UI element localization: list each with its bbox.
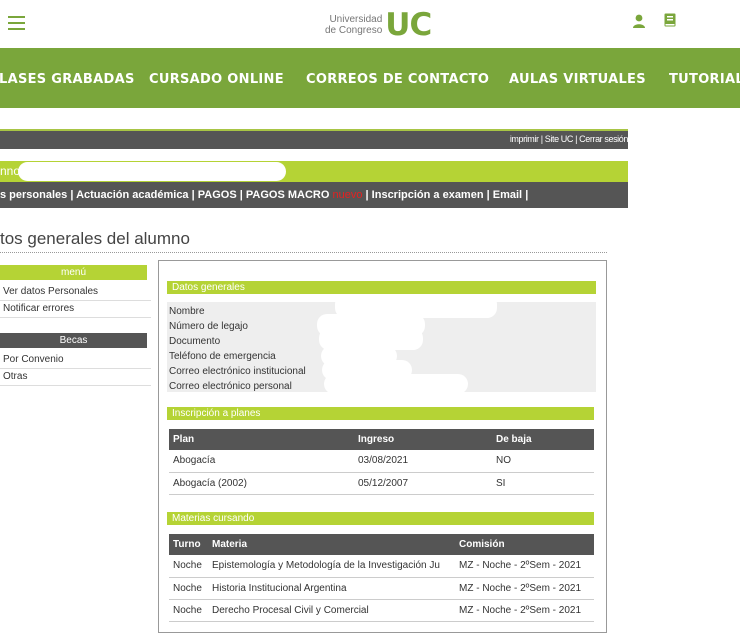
planes-table: Plan Ingreso De baja Abogacía 03/08/2021… — [169, 429, 594, 495]
cell-ingreso: 03/08/2021 — [354, 450, 492, 473]
table-header-row: Plan Ingreso De baja — [169, 429, 594, 450]
logo-mark: UC — [385, 7, 432, 43]
menu-icon[interactable] — [8, 16, 25, 30]
redacted-value — [324, 374, 468, 394]
nav-tutorial[interactable]: TUTORIAL — [669, 72, 740, 87]
cell-turno: Noche — [169, 555, 208, 578]
field-documento: Documento — [169, 336, 221, 347]
cell-materia: Historia Institucional Argentina — [208, 577, 455, 600]
cell-turno: Noche — [169, 577, 208, 600]
nav-clases-grabadas[interactable]: LASES GRABADAS — [0, 72, 135, 87]
cell-turno: Noche — [169, 599, 208, 622]
utility-bar: imprimir | Site UC | Cerrar sesión — [0, 131, 628, 149]
cell-plan: Abogacía (2002) — [169, 472, 354, 495]
nav-cursado-online[interactable]: CURSADO ONLINE — [149, 72, 284, 87]
table-header-row: Turno Materia Comisión — [169, 534, 594, 555]
main-nav: LASES GRABADAS CURSADO ONLINE CORREOS DE… — [0, 48, 740, 108]
logout-link[interactable]: Cerrar sesión — [579, 134, 628, 144]
col-materia: Materia — [208, 534, 455, 555]
field-correo-institucional: Correo electrónico institucional — [169, 366, 306, 377]
student-name-redacted — [18, 162, 286, 181]
separator: | — [191, 189, 195, 201]
submenu-email[interactable]: Email — [493, 189, 522, 201]
col-plan: Plan — [169, 429, 354, 450]
field-legajo: Número de legajo — [169, 321, 248, 332]
col-comision: Comisión — [455, 534, 594, 555]
col-turno: Turno — [169, 534, 208, 555]
cell-de-baja: SI — [492, 472, 594, 495]
logo-line2: de Congreso — [325, 25, 383, 36]
table-row: Noche Epistemología y Metodología de la … — [169, 555, 594, 578]
section-inscripcion-planes: Inscripción a planes — [167, 407, 594, 420]
student-submenu: s personales | Actuación académica | PAG… — [0, 182, 628, 208]
submenu-pagos-macro[interactable]: PAGOS MACRO — [246, 189, 330, 201]
user-icon[interactable] — [632, 14, 646, 28]
submenu-pagos[interactable]: PAGOS — [198, 189, 237, 201]
sidebar-item-notificar-errores[interactable]: Notificar errores — [0, 301, 151, 318]
sidebar-item-por-convenio[interactable]: Por Convenio — [0, 352, 151, 369]
nav-aulas-virtuales[interactable]: AULAS VIRTUALES — [509, 72, 646, 87]
col-de-baja: De baja — [492, 429, 594, 450]
sidebar-menu-header: menú — [0, 265, 147, 280]
table-row: Noche Historia Institucional Argentina M… — [169, 577, 594, 600]
table-row: Abogacía (2002) 05/12/2007 SI — [169, 472, 594, 495]
sidebar-item-ver-datos[interactable]: Ver datos Personales — [0, 284, 151, 301]
col-ingreso: Ingreso — [354, 429, 492, 450]
section-materias-cursando: Materias cursando — [167, 512, 594, 525]
sidebar-becas-header: Becas — [0, 333, 147, 348]
cell-comision: MZ - Noche - 2ºSem - 2021 — [455, 577, 594, 600]
field-telefono-emergencia: Teléfono de emergencia — [169, 351, 276, 362]
datos-generales-grid: Nombre Número de legajo Documento Teléfo… — [167, 294, 596, 394]
materias-table: Turno Materia Comisión Noche Epistemolog… — [169, 534, 594, 622]
separator: | — [70, 189, 74, 201]
separator: | — [365, 189, 369, 201]
logo-text: Universidad de Congreso — [325, 14, 382, 36]
separator: | — [486, 189, 490, 201]
nav-correos-contacto[interactable]: CORREOS DE CONTACTO — [306, 72, 489, 87]
new-badge: nuevo — [332, 189, 363, 201]
submenu-datos-personales[interactable]: s personales — [0, 189, 67, 201]
section-datos-generales: Datos generales — [167, 281, 596, 294]
submenu-inscripcion-examen[interactable]: Inscripción a examen — [372, 189, 484, 201]
book-icon[interactable] — [664, 13, 676, 27]
separator: | — [540, 134, 543, 144]
field-correo-personal: Correo electrónico personal — [169, 381, 292, 392]
logo-line1: Universidad — [329, 14, 383, 25]
table-row: Abogacía 03/08/2021 NO — [169, 450, 594, 473]
page-title: tos generales del alumno — [0, 229, 607, 253]
student-bar: nno — [0, 161, 628, 182]
field-nombre: Nombre — [169, 306, 205, 317]
cell-comision: MZ - Noche - 2ºSem - 2021 — [455, 599, 594, 622]
top-header: Universidad de Congreso UC — [0, 0, 740, 48]
cell-ingreso: 05/12/2007 — [354, 472, 492, 495]
table-row: Noche Derecho Procesal Civil y Comercial… — [169, 599, 594, 622]
sidebar-item-otras[interactable]: Otras — [0, 369, 151, 386]
separator: | — [239, 189, 243, 201]
separator: | — [575, 134, 578, 144]
cell-comision: MZ - Noche - 2ºSem - 2021 — [455, 555, 594, 578]
separator: | — [525, 189, 529, 201]
cell-de-baja: NO — [492, 450, 594, 473]
site-uc-link[interactable]: Site UC — [545, 134, 574, 144]
cell-materia: Derecho Procesal Civil y Comercial — [208, 599, 455, 622]
submenu-actuacion-academica[interactable]: Actuación académica — [76, 189, 189, 201]
print-link[interactable]: imprimir — [510, 134, 539, 144]
cell-materia: Epistemología y Metodología de la Invest… — [208, 555, 455, 578]
cell-plan: Abogacía — [169, 450, 354, 473]
utility-links: imprimir | Site UC | Cerrar sesión — [510, 134, 629, 144]
logo[interactable]: Universidad de Congreso UC — [325, 7, 432, 43]
